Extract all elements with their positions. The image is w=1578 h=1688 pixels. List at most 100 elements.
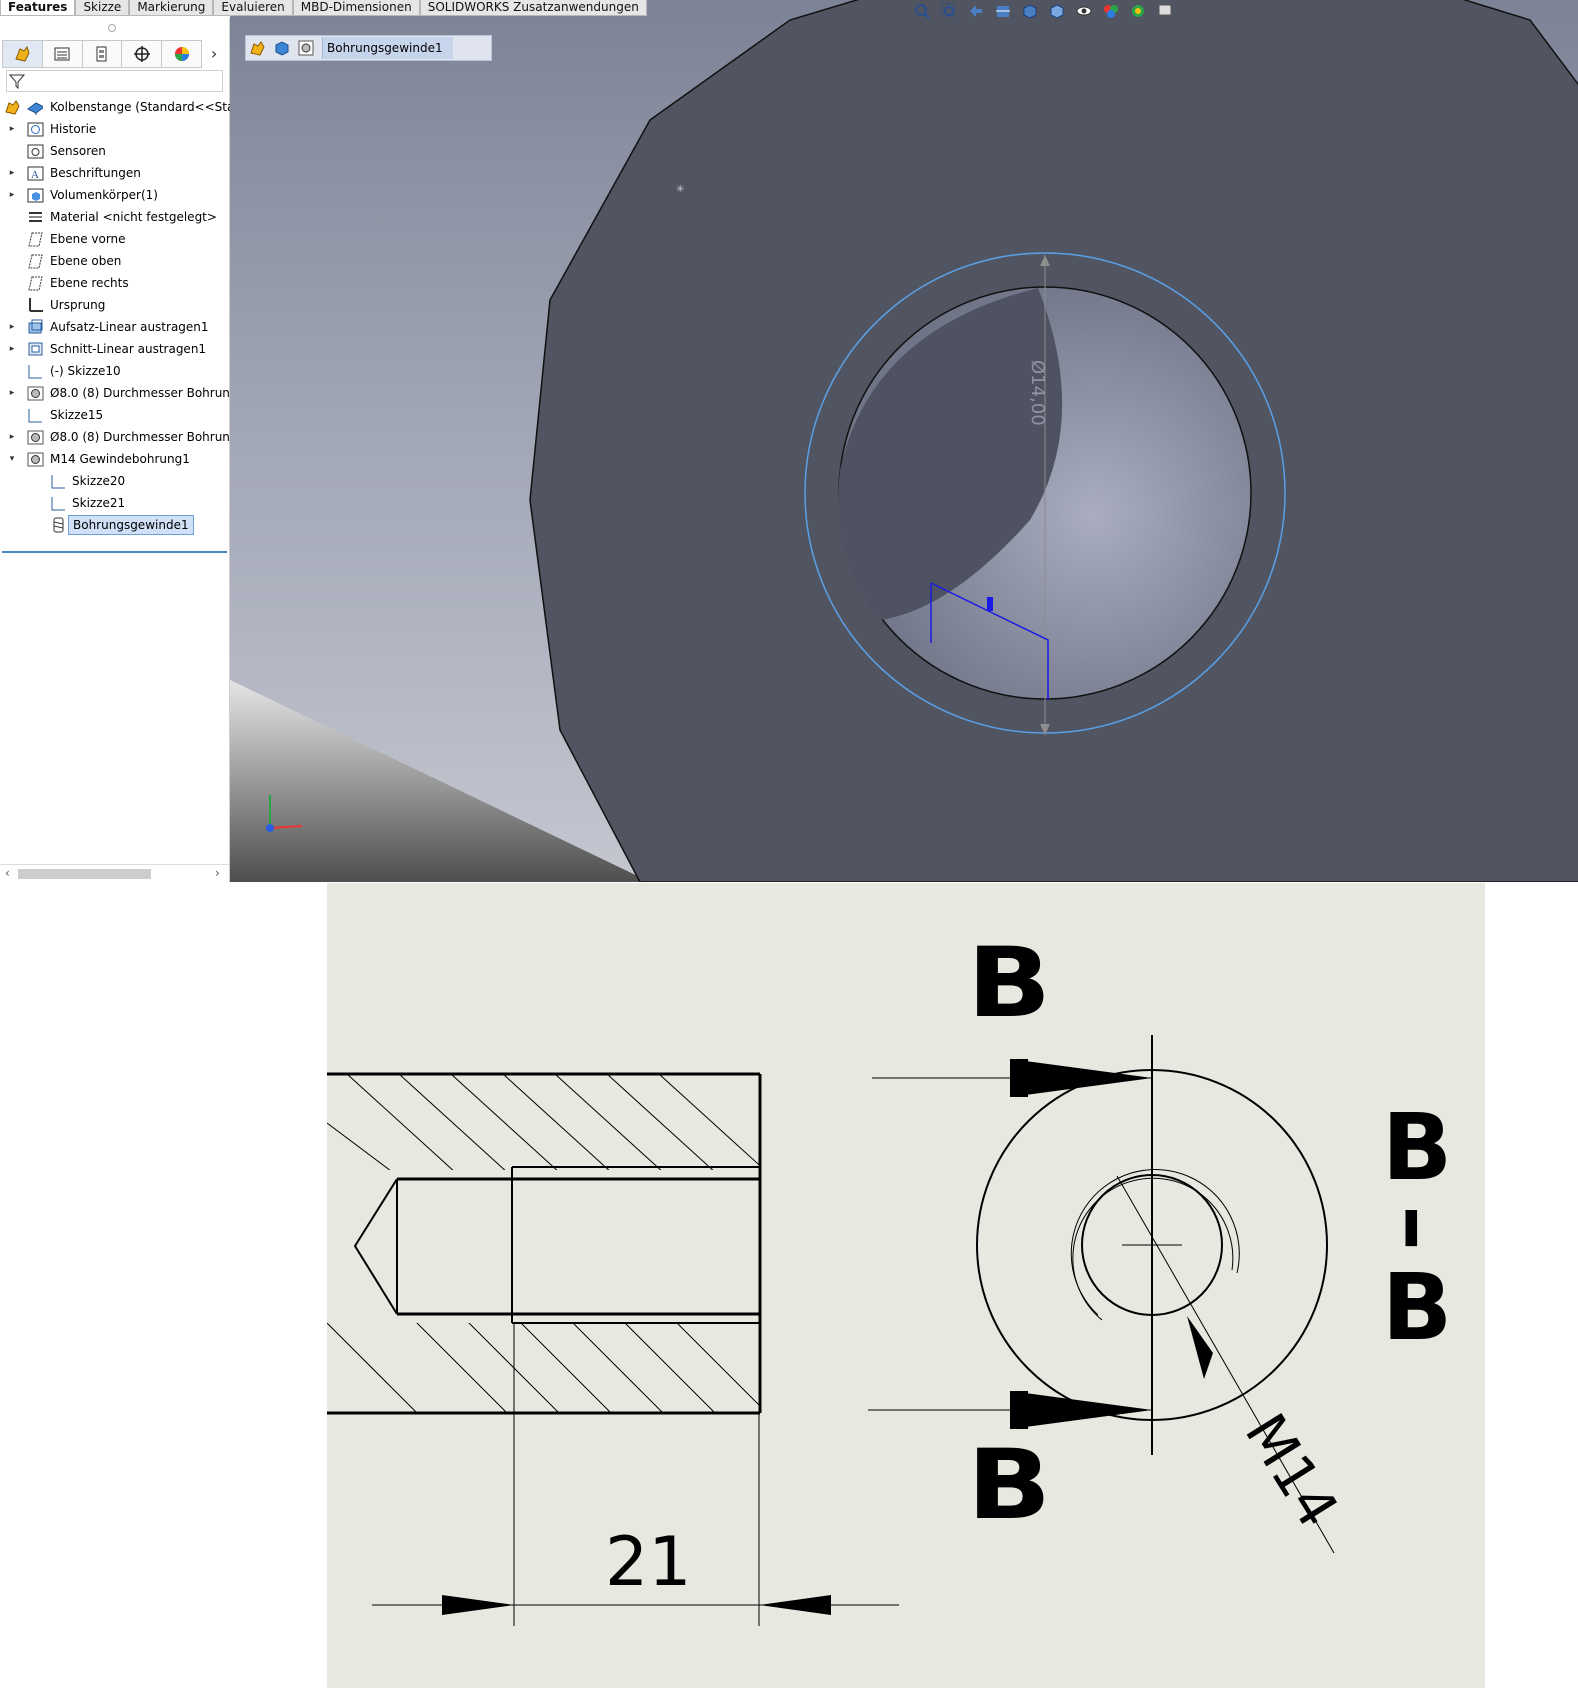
tree-item-bohrung2[interactable]: ▸ Ø8.0 (8) Durchmesser Bohrung2 xyxy=(0,426,245,448)
tree-item-ebene-rechts[interactable]: Ebene rechts xyxy=(0,272,229,294)
rollback-bar[interactable] xyxy=(2,551,227,553)
tree-item-gewindebohrung1[interactable]: ▾ M14 Gewindebohrung1 xyxy=(0,448,229,470)
display-style-icon[interactable] xyxy=(1045,0,1069,22)
featuremanager-breadcrumb-icon[interactable] xyxy=(246,38,270,58)
feature-manager-panel: › Kolbenstange (Standard<<Stand ▸ Histor… xyxy=(0,18,250,882)
horizontal-scrollbar[interactable]: ‹ › xyxy=(0,864,229,882)
crosshair-icon xyxy=(133,46,150,62)
section-label: B – B xyxy=(1364,1102,1471,1354)
view-orientation-icon[interactable] xyxy=(1018,0,1042,22)
section-letter-top: B xyxy=(967,927,1052,1039)
tree-item-label: Aufsatz-Linear austragen1 xyxy=(50,320,209,334)
tree-item-label: Skizze20 xyxy=(72,474,126,488)
expand-arrow-icon[interactable]: ▸ xyxy=(7,316,17,338)
plane-icon xyxy=(28,232,43,247)
tree-item-volumenkoerper[interactable]: ▸ Volumenkörper(1) xyxy=(0,184,229,206)
collapse-arrow-icon[interactable]: ▾ xyxy=(7,448,17,470)
extrude-boss-icon xyxy=(28,319,43,334)
hole-wizard-icon xyxy=(27,430,44,445)
hide-show-items-icon[interactable] xyxy=(1072,0,1096,22)
zoom-to-fit-icon[interactable] xyxy=(910,0,934,22)
tree-item-skizze10[interactable]: (-) Skizze10 xyxy=(0,360,229,382)
sketch-icon xyxy=(51,475,65,489)
tab-features[interactable]: Features xyxy=(0,0,76,16)
apply-scene-icon[interactable] xyxy=(1126,0,1150,22)
view-settings-icon[interactable] xyxy=(1153,0,1177,22)
tree-item-label: Ebene rechts xyxy=(50,276,129,290)
section-letter-bottom: B xyxy=(967,1429,1052,1541)
tree-item-skizze20[interactable]: Skizze20 xyxy=(0,470,229,492)
expand-arrow-icon[interactable]: ▸ xyxy=(7,162,17,184)
tree-item-label: Bohrungsgewinde1 xyxy=(68,515,194,535)
tree-item-label: Schnitt-Linear austragen1 xyxy=(50,342,207,356)
tree-item-label: Sensoren xyxy=(50,144,106,158)
graphics-viewport[interactable]: ✳ Ø14,00 Bohrungsgewinde1 xyxy=(230,0,1578,882)
thread-icon xyxy=(53,517,64,533)
tree-filter-field[interactable] xyxy=(6,70,223,92)
hole-wizard-icon xyxy=(27,386,44,401)
plane-icon xyxy=(28,254,43,269)
expand-arrow-icon[interactable]: ▸ xyxy=(7,118,17,140)
tree-item-material[interactable]: Material <nicht festgelegt> xyxy=(0,206,229,228)
tree-item-bohrungsgewinde1[interactable]: Bohrungsgewinde1 xyxy=(0,514,229,536)
history-folder-icon xyxy=(27,122,44,137)
featuremanager-tab[interactable] xyxy=(2,40,43,68)
part-3d-view: ✳ xyxy=(230,0,1578,882)
tree-item-label: Material <nicht festgelegt> xyxy=(50,210,217,224)
filter-icon xyxy=(9,74,25,89)
configurationmanager-tab[interactable] xyxy=(82,40,123,68)
dimension-label[interactable]: Ø14,00 xyxy=(1027,360,1048,426)
tree-item-label: Volumenkörper(1) xyxy=(50,188,158,202)
tree-item-label: (-) Skizze10 xyxy=(50,364,121,378)
tree-item-aufsatz[interactable]: ▸ Aufsatz-Linear austragen1 xyxy=(0,316,229,338)
heads-up-view-toolbar xyxy=(910,0,1177,22)
tree-item-historie[interactable]: ▸ Historie xyxy=(0,118,229,140)
material-icon xyxy=(29,212,42,222)
color-wheel-icon xyxy=(174,47,189,61)
zoom-to-area-icon[interactable] xyxy=(937,0,961,22)
tree-item-ebene-oben[interactable]: Ebene oben xyxy=(0,250,229,272)
dimxpert-tab[interactable] xyxy=(122,40,163,68)
sketch-icon xyxy=(28,409,42,423)
tree-item-beschriftungen[interactable]: ▸ A Beschriftungen xyxy=(0,162,229,184)
scrollbar-thumb[interactable] xyxy=(18,869,151,879)
expand-arrow-icon[interactable]: ▸ xyxy=(7,426,17,448)
expand-arrow-icon[interactable]: ▸ xyxy=(7,382,17,404)
panel-grip-icon[interactable] xyxy=(108,24,116,32)
tree-root-part[interactable]: Kolbenstange (Standard<<Stand xyxy=(0,96,250,118)
tree-item-skizze15[interactable]: Skizze15 xyxy=(0,404,229,426)
feature-tree: Kolbenstange (Standard<<Stand ▸ Historie… xyxy=(0,96,250,536)
tree-item-label: Ebene oben xyxy=(50,254,122,268)
scroll-right-icon[interactable]: › xyxy=(215,865,220,882)
tree-item-schnitt[interactable]: ▸ Schnitt-Linear austragen1 xyxy=(0,338,229,360)
tree-item-bohrung1[interactable]: ▸ Ø8.0 (8) Durchmesser Bohrung1 xyxy=(0,382,245,404)
part-breadcrumb-icon[interactable] xyxy=(270,38,294,58)
section-view-icon[interactable] xyxy=(991,0,1015,22)
tree-item-sensoren[interactable]: Sensoren xyxy=(0,140,229,162)
tab-skizze[interactable]: Skizze xyxy=(75,0,130,16)
expand-arrow-icon[interactable]: ▸ xyxy=(7,338,17,360)
cube-icon xyxy=(275,41,289,56)
tab-evaluieren[interactable]: Evaluieren xyxy=(213,0,293,16)
previous-view-icon[interactable] xyxy=(964,0,988,22)
dimension-value[interactable]: 21 xyxy=(605,1523,692,1602)
breadcrumb-bohrungsgewinde1[interactable]: Bohrungsgewinde1 xyxy=(322,37,453,59)
section-label-dash: – xyxy=(1364,1205,1471,1251)
sketch-icon xyxy=(28,365,42,379)
hole-breadcrumb-icon[interactable] xyxy=(294,38,318,58)
featuremanager-icon xyxy=(15,45,30,62)
tree-item-skizze21[interactable]: Skizze21 xyxy=(0,492,229,514)
chevron-right-icon[interactable]: › xyxy=(202,40,227,66)
expand-arrow-icon[interactable]: ▸ xyxy=(7,184,17,206)
scroll-left-icon[interactable]: ‹ xyxy=(5,865,10,882)
extrude-cut-icon xyxy=(28,342,43,356)
propertymanager-tab[interactable] xyxy=(42,40,83,68)
displaymanager-tab[interactable] xyxy=(162,40,203,68)
tree-item-ursprung[interactable]: Ursprung xyxy=(0,294,229,316)
edit-appearance-icon[interactable] xyxy=(1099,0,1123,22)
hand-icon xyxy=(250,41,265,56)
tree-item-ebene-vorne[interactable]: Ebene vorne xyxy=(0,228,229,250)
tab-solidworks-zusatzanwendungen[interactable]: SOLIDWORKS Zusatzanwendungen xyxy=(419,0,647,16)
tab-markierung[interactable]: Markierung xyxy=(129,0,214,16)
tab-mbd-dimensionen[interactable]: MBD-Dimensionen xyxy=(292,0,420,16)
